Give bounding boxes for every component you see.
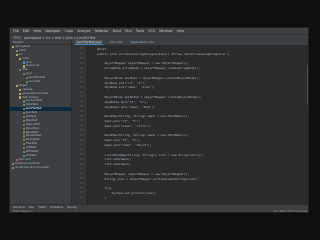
ide-window: File Edit View Navigate Code Analyze Refactor B… <box>9 27 309 213</box>
line-number: 40 <box>79 124 83 128</box>
code-line[interactable]: ObjectNode objNode2 = objectMapper.creat… <box>90 95 202 99</box>
line-number: 36 <box>79 105 83 108</box>
line-number: 27 <box>79 61 83 65</box>
code-line[interactable]: public void writeJsonArrayUsingJackson()… <box>90 52 229 56</box>
video-frame: File Edit View Navigate Code Analyze Refactor B… <box>0 0 320 240</box>
line-number: 52 <box>79 181 83 185</box>
line-number: 34 <box>79 95 83 99</box>
line-number: 39 <box>79 119 83 123</box>
tree-node-icon <box>15 49 18 52</box>
breadcrumb: springboot > src > test > java > JsonFil… <box>24 35 96 40</box>
tree-node-icon <box>15 84 18 87</box>
tree-node-icon <box>19 57 22 60</box>
line-number: 33 <box>79 90 83 94</box>
line-number: 32 <box>79 85 83 89</box>
status-bar: Tests passed: 1 31:1 CRLF UTF-8 4 spaces <box>10 209 308 213</box>
tree-node-icon <box>22 135 25 138</box>
line-number: 41 <box>79 129 83 132</box>
project-icon[interactable] <box>13 36 21 39</box>
line-number: 48 <box>79 162 83 166</box>
line-number: 26 <box>79 57 83 60</box>
tree-node-icon <box>22 112 25 115</box>
tree-node-icon <box>22 143 25 146</box>
project-tree: springboot .idea src main java resources test j… <box>10 44 71 170</box>
tree-node-icon <box>22 123 25 126</box>
tree-node-icon <box>22 127 25 130</box>
line-number: 31 <box>79 81 83 84</box>
code-line[interactable]: List<HashMap<String, String>> list = new… <box>90 153 203 157</box>
project-panel: Project springboot .idea src main java resour… <box>10 40 72 204</box>
line-number: 30 <box>79 76 83 80</box>
code-line[interactable]: objNode2.put("name", "Bob"); <box>90 105 155 109</box>
code-line[interactable]: map2.put("id", "4"); <box>90 138 140 142</box>
code-line[interactable]: String json = objectMapper.writeValueAsS… <box>90 177 198 181</box>
code-line[interactable]: list.add(map1); <box>90 157 131 161</box>
tree-node-icon <box>22 119 25 122</box>
tree-node-icon <box>22 131 25 134</box>
code-line[interactable]: @Test <box>90 47 106 51</box>
tree-node-icon <box>22 104 25 107</box>
code-line[interactable]: ArrayNode arrayNode = objectMapper.creat… <box>90 66 200 70</box>
tree-node-icon <box>15 53 18 56</box>
line-number: 50 <box>79 172 83 176</box>
line-number: 49 <box>79 167 83 171</box>
tree-node-icon <box>12 45 15 49</box>
tree-node-icon <box>22 100 25 103</box>
tree-node-icon <box>22 108 25 111</box>
code-line[interactable]: objNode2.put("id", "2"); <box>90 100 147 104</box>
tree-node-icon <box>12 166 15 169</box>
code-line[interactable]: System.out.println(json); <box>90 191 157 195</box>
editor-scrollbar[interactable] <box>307 65 308 105</box>
line-number: 25 <box>79 52 83 56</box>
line-number: 51 <box>79 177 83 180</box>
line-number: 46 <box>79 153 83 156</box>
tree-node-icon <box>22 73 25 76</box>
tree-node-icon <box>12 162 15 165</box>
code-line[interactable]: try{ <box>90 186 111 190</box>
tree-node-icon <box>19 88 22 91</box>
tree-item[interactable]: Scratches and Consoles <box>10 164 71 170</box>
code-line[interactable]: objNode.put("name", "Alex"); <box>90 85 155 89</box>
line-number: 28 <box>79 66 83 70</box>
tree-node-icon <box>26 77 29 80</box>
code-line[interactable]: ObjectMapper objectMapper = new ObjectMa… <box>90 172 189 176</box>
code-line[interactable]: map2.put("name", "David"); <box>90 143 151 147</box>
tree-node-icon <box>22 139 25 142</box>
tree-node-icon <box>19 92 22 95</box>
line-number-gutter: 24 25 26 27 28 29 30 31 32 33 34 35 36 37 38 39 40 41 42 43… <box>72 45 86 204</box>
line-number: 37 <box>79 109 83 113</box>
code-line[interactable]: HashMap<String, String> map1 = new HashM… <box>90 114 189 118</box>
code-line[interactable]: ObjectNode objNode = objectMapper.create… <box>90 76 200 80</box>
line-number: 42 <box>79 133 83 137</box>
tree-node-icon <box>22 147 25 150</box>
line-number: 29 <box>79 71 83 75</box>
status-left: Tests passed: 1 <box>13 210 33 213</box>
line-number: 38 <box>79 114 83 118</box>
tree-node-icon <box>19 69 22 72</box>
tree-item-label: Scratches and Consoles <box>15 164 49 169</box>
code-line[interactable]: HashMap<String, String> map2 = new HashM… <box>90 133 189 137</box>
code-line[interactable]: ObjectMapper objectMapper = new ObjectMa… <box>90 61 189 65</box>
line-number: 35 <box>79 100 83 104</box>
line-number: 45 <box>79 148 83 152</box>
code-line[interactable]: map1.put("name", "Chris"); <box>90 124 151 128</box>
code-editor[interactable]: 24 25 26 27 28 29 30 31 32 33 34 35 36 37 38 39 40 41 42 43… <box>72 45 308 204</box>
line-number: 44 <box>79 143 83 147</box>
tree-node-icon <box>19 96 22 99</box>
tree-node-icon <box>22 150 25 154</box>
status-right: 31:1 CRLF UTF-8 4 spaces <box>273 210 307 213</box>
code-line[interactable]: } <box>90 196 106 200</box>
line-number: 54 <box>79 191 83 195</box>
code-line[interactable]: objNode.put("id", "1"); <box>90 81 146 85</box>
line-number: 47 <box>79 157 83 161</box>
line-number: 55 <box>79 196 83 200</box>
line-number: 53 <box>79 186 83 190</box>
code-line[interactable]: list.add(map2); <box>90 162 131 166</box>
code-line[interactable]: map1.put("id", "3"); <box>90 119 140 123</box>
line-number: 43 <box>79 138 83 142</box>
line-number: 24 <box>79 47 83 51</box>
tree-node-icon <box>22 61 25 64</box>
tree-node-icon <box>22 115 25 119</box>
